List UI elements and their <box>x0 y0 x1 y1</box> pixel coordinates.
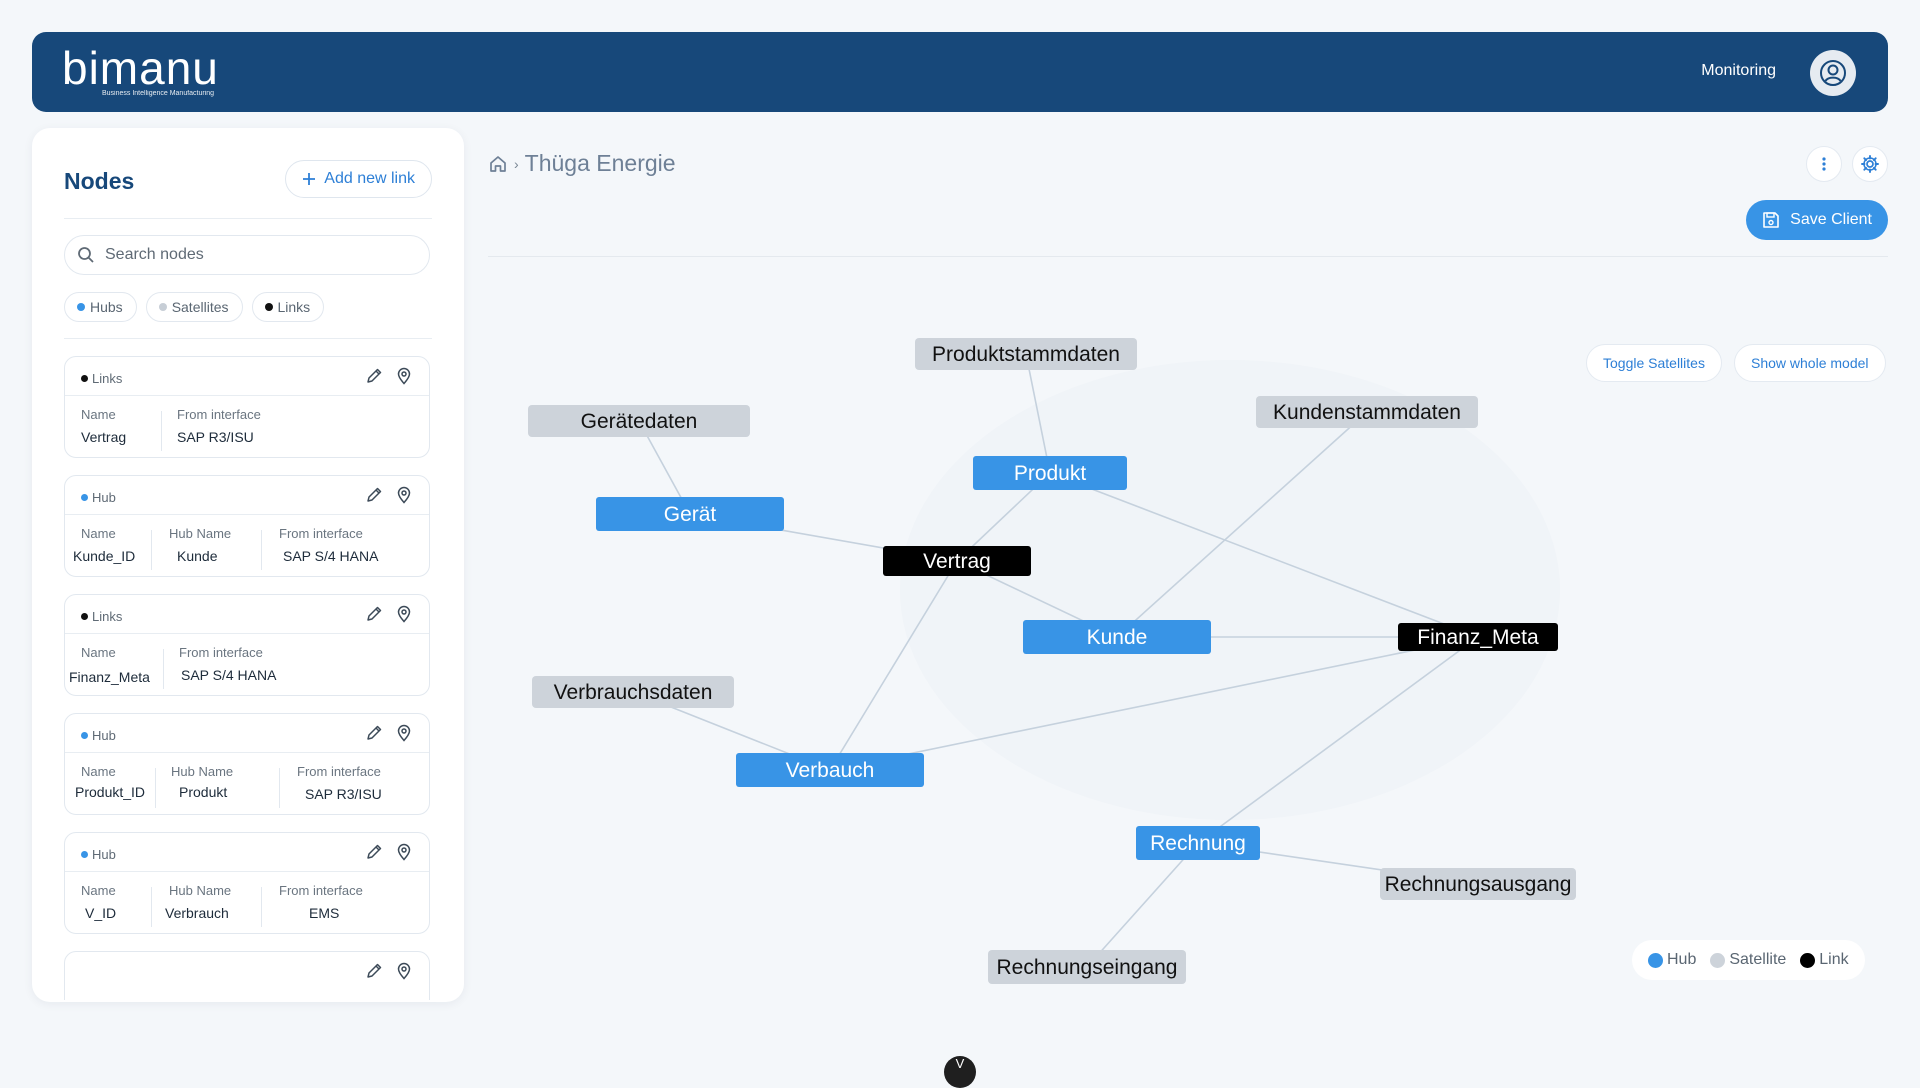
graph-node-produktstammdaten[interactable]: Produktstammdaten <box>915 338 1137 370</box>
graph-node-label: Vertrag <box>923 550 991 573</box>
show-whole-model-button[interactable]: Show whole model <box>1734 344 1886 382</box>
graph-node-rechnung[interactable]: Rechnung <box>1136 826 1260 860</box>
graph-legend: Hub Satellite Link <box>1632 940 1865 980</box>
graph-node-verbrauchsdaten[interactable]: Verbrauchsdaten <box>532 676 734 708</box>
graph-node-label: Produkt <box>1014 462 1087 485</box>
graph-node-label: Rechnung <box>1150 832 1246 855</box>
hub-dot-icon <box>1648 952 1663 968</box>
graph-node-label: Verbrauchsdaten <box>554 681 713 704</box>
graph-background-shape <box>900 360 1560 820</box>
graph-node-rechnungseingang[interactable]: Rechnungseingang <box>988 950 1186 984</box>
graph-node-label: Verbauch <box>786 759 875 782</box>
graph-node-geraetedaten[interactable]: Gerätedaten <box>528 405 750 437</box>
link-dot-icon <box>1800 952 1816 968</box>
graph-node-label: Gerät <box>664 503 717 526</box>
graph-node-label: Gerätedaten <box>581 410 698 433</box>
legend-satellite: Satellite <box>1710 951 1786 969</box>
legend-hub-label: Hub <box>1667 951 1697 968</box>
graph-node-label: Rechnungsausgang <box>1385 873 1572 896</box>
chevron-down-icon[interactable]: V <box>944 1056 976 1088</box>
toggle-satellites-label: Toggle Satellites <box>1603 355 1705 371</box>
graph-node-vertrag[interactable]: Vertrag <box>883 546 1031 576</box>
legend-hub: Hub <box>1648 951 1696 969</box>
show-whole-model-label: Show whole model <box>1751 355 1869 371</box>
legend-link: Link <box>1800 951 1849 969</box>
bottom-badge-label: V <box>955 1056 965 1071</box>
graph-node-kunde[interactable]: Kunde <box>1023 620 1211 654</box>
graph-node-label: Finanz_Meta <box>1417 626 1539 649</box>
satellite-dot-icon <box>1710 952 1726 968</box>
graph-node-label: Rechnungseingang <box>997 956 1178 979</box>
graph-node-finanz_meta[interactable]: Finanz_Meta <box>1398 623 1558 651</box>
graph-node-produkt[interactable]: Produkt <box>973 456 1127 490</box>
graph-node-verbauch[interactable]: Verbauch <box>736 753 924 787</box>
graph-node-label: Produktstammdaten <box>932 343 1120 366</box>
graph-node-label: Kundenstammdaten <box>1273 401 1461 424</box>
graph-edge-rechnung-rechnungseingang <box>1086 842 1199 968</box>
data-model-graph[interactable]: Produktstammdaten Gerätedaten Kundenstammd… <box>0 0 1920 1080</box>
graph-node-rechnungsausgang[interactable]: Rechnungsausgang <box>1380 868 1576 900</box>
legend-satellite-label: Satellite <box>1729 951 1787 968</box>
graph-node-kundenstammdaten[interactable]: Kundenstammdaten <box>1256 396 1478 428</box>
legend-link-label: Link <box>1819 951 1849 968</box>
toggle-satellites-button[interactable]: Toggle Satellites <box>1586 344 1722 382</box>
graph-node-geraet[interactable]: Gerät <box>596 497 784 531</box>
graph-node-label: Kunde <box>1087 626 1148 649</box>
